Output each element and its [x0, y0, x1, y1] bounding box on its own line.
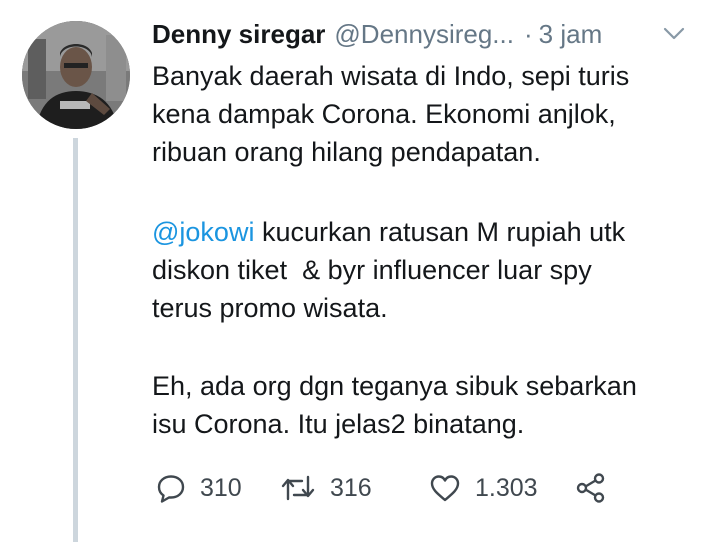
share-icon [576, 473, 605, 503]
reply-count: 310 [200, 473, 242, 502]
reply-button[interactable]: 310 [156, 473, 280, 503]
author-handle[interactable]: @Dennysireg... [334, 19, 514, 50]
tweet-timestamp[interactable]: 3 jam [539, 19, 603, 50]
like-button[interactable]: 1.303 [429, 473, 575, 503]
tweet-header: Denny siregar @Dennysireg... · 3 jam [152, 16, 602, 52]
header-separator: · [523, 18, 533, 49]
author-display-name[interactable]: Denny siregar [152, 19, 325, 50]
thread-connector-line [73, 138, 78, 542]
tweet-card: Denny siregar @Dennysireg... · 3 jam Ban… [0, 0, 720, 542]
tweet-action-bar: 310 316 1.303 [156, 468, 607, 508]
tweet-text-line: diskon tiket & byr influencer luar spy [152, 255, 592, 285]
heart-icon [430, 475, 460, 502]
tweet-text-line: Banyak daerah wisata di Indo, sepi turis [152, 61, 630, 91]
mention-link[interactable]: @jokowi [152, 217, 254, 247]
tweet-text-fragment: kucurkan ratusan M rupiah utk [254, 217, 626, 247]
retweet-icon [281, 475, 315, 501]
tweet-text-line: kena dampak Corona. Ekonomi anjlok, [152, 99, 616, 129]
retweet-button[interactable]: 316 [280, 473, 429, 503]
tweet-text-line: ribuan orang hilang pendapatan. [152, 137, 541, 167]
profile-photo [22, 21, 130, 129]
tweet-paragraph-2: @jokowi kucurkan ratusan M rupiah utk di… [152, 213, 625, 327]
tweet-text-line: terus promo wisata. [152, 293, 388, 323]
author-avatar[interactable] [22, 21, 130, 129]
tweet-text-line: isu Corona. Itu jelas2 binatang. [152, 409, 525, 439]
tweet-paragraph-1: Banyak daerah wisata di Indo, sepi turis… [152, 57, 629, 171]
tweet-paragraph-3: Eh, ada org dgn teganya sibuk sebarkan i… [152, 367, 637, 443]
chevron-down-icon[interactable] [663, 27, 685, 41]
tweet-text-line: Eh, ada org dgn teganya sibuk sebarkan [152, 371, 637, 401]
retweet-count: 316 [330, 473, 372, 502]
share-button[interactable] [575, 472, 607, 504]
reply-bubble-icon [157, 475, 185, 503]
like-count: 1.303 [475, 473, 538, 502]
tweet-text-line: @jokowi kucurkan ratusan M rupiah utk [152, 213, 625, 251]
